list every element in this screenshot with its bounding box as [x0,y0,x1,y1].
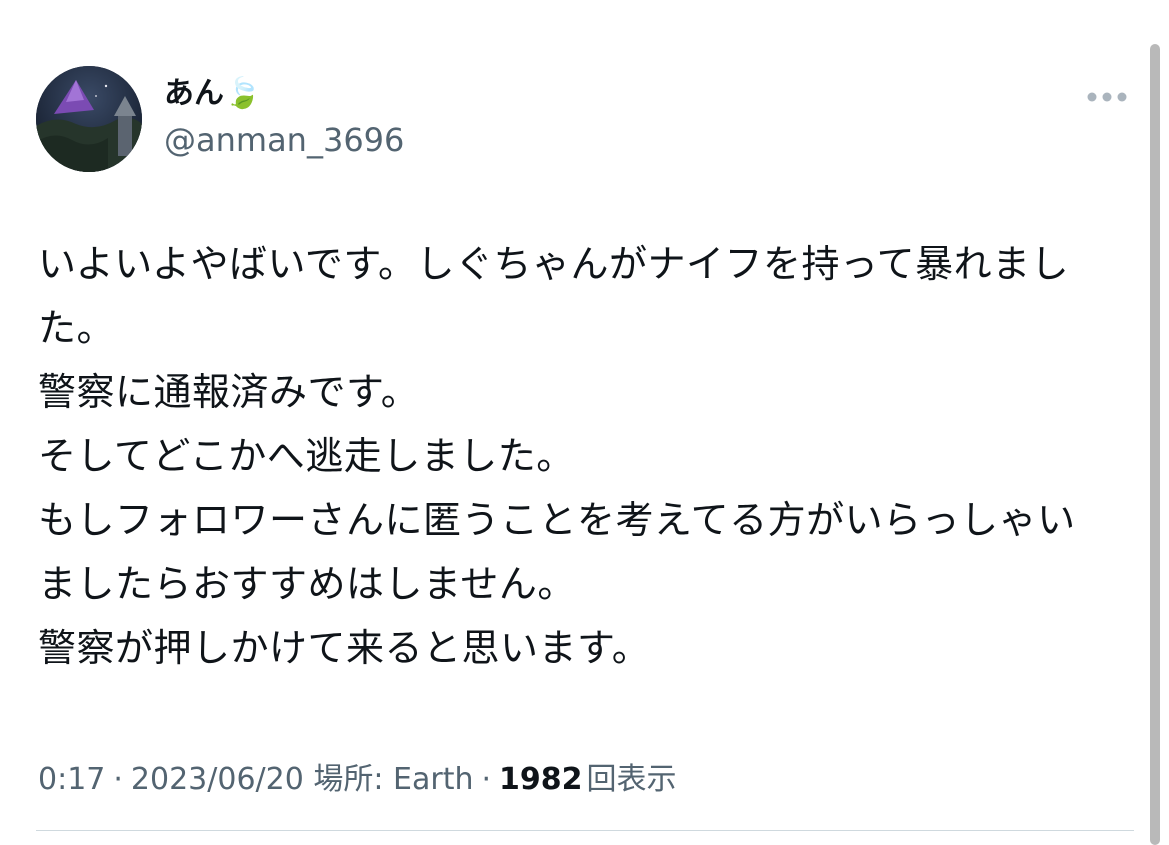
display-name[interactable]: あん🍃 [164,74,261,114]
tweet-meta: 0:17 · 2023/06/20 場所: Earth · 1982 回表示 [38,760,677,800]
tweet-date[interactable]: 2023/06/20 [131,762,304,797]
user-handle[interactable]: @anman_3696 [164,120,404,160]
tweet-page: あん🍃 @anman_3696 いよいよやばいです。しぐちゃんがナイフを持って暴… [0,0,1169,845]
avatar[interactable] [36,66,142,172]
meta-separator: · [481,762,492,797]
tweet-line: もしフォロワーさんに匿うことを考えてる方がいらっしゃい [38,498,1076,542]
views-count: 1982 [499,762,583,797]
tweet-location: 場所: Earth [313,762,474,797]
views-label: 回表示 [586,762,677,797]
ellipsis-icon [1087,92,1127,102]
avatar-night-mountain-icon [36,66,142,172]
scrollbar[interactable] [1150,44,1160,845]
more-options-button[interactable] [1080,84,1134,110]
tweet-line: た。 [38,306,116,350]
divider [36,830,1134,831]
tweet-line: いよいよやばいです。しぐちゃんがナイフを持って暴れまし [38,242,1070,286]
tweet-line: ましたらおすすめはしません。 [38,562,576,606]
tweet-line: そしてどこかへ逃走しました。 [38,434,575,478]
tweet-line: 警察が押しかけて来ると思います。 [38,626,651,670]
tweet-line: 警察に通報済みです。 [38,370,420,414]
meta-separator: · [113,762,123,797]
tweet-text: いよいよやばいです。しぐちゃんがナイフを持って暴れまし た。 警察に通報済みです… [38,232,1118,680]
tweet-time[interactable]: 0:17 [38,762,105,797]
